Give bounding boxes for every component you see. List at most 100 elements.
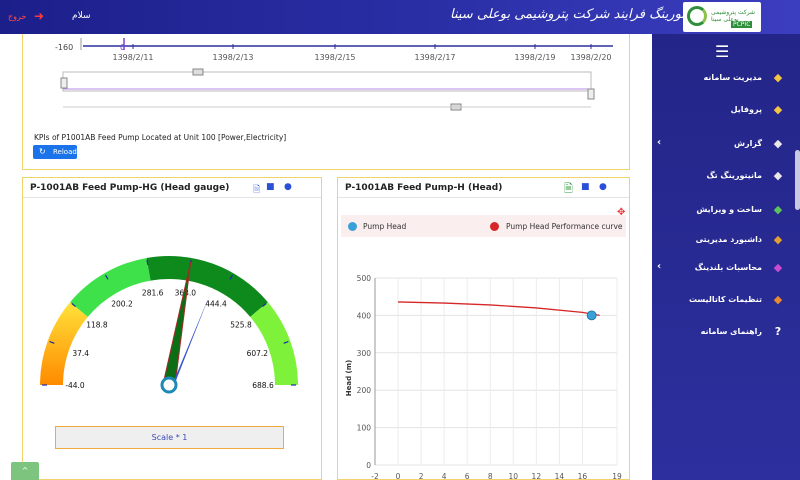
top-navbar: ➜ خروج سلام سامانه مانیتورینگ فرایند شرک… <box>0 0 800 34</box>
sidebar-item-3[interactable]: مانیتورینگ تگ ◆ <box>652 166 800 188</box>
gauge-tick-label: 118.8 <box>86 321 108 330</box>
export-document-icon[interactable]: 🗎 <box>564 180 573 199</box>
document-icon[interactable]: 🗎 <box>253 182 260 198</box>
chevron-left-icon: ‹ <box>657 261 662 272</box>
monitor-icon: ◆ <box>773 169 783 182</box>
sidebar-item-label: مانیتورینگ تگ <box>706 171 762 180</box>
gauge-tick-label: 200.2 <box>111 300 133 309</box>
y-tick-label: 400 <box>357 311 372 320</box>
gauge-tick-label: -44.0 <box>65 381 85 390</box>
logo-ring-icon <box>687 6 707 26</box>
x-tick-label: 8 <box>488 472 493 480</box>
gauge-tick-label: 281.6 <box>142 288 164 297</box>
gauge-panel-title: P-1001AB Feed Pump-HG (Head gauge) <box>30 183 230 193</box>
palette-icon: ◆ <box>773 233 783 246</box>
head-gauge: -44.037.4118.8200.2281.6363.0444.4525.86… <box>40 256 298 394</box>
gauge-panel-header: P-1001AB Feed Pump-HG (Head gauge) 🗎 ■ ● <box>23 178 321 198</box>
pump-head-point[interactable] <box>586 310 597 321</box>
legend-dot-pump-head <box>348 222 357 231</box>
date-tick-label: 1398/2/13 <box>212 53 253 62</box>
date-tick-label: 1398/2/17 <box>414 53 455 62</box>
y-tick-label: 200 <box>357 386 372 395</box>
y-axis-label: Head (m) <box>345 360 353 396</box>
gauge-needle-pivot <box>160 376 178 394</box>
logout-label: خروج <box>8 12 27 21</box>
bookmark-icon[interactable]: ■ <box>266 182 275 192</box>
sidebar-item-8[interactable]: راهنمای سامانه? <box>652 322 800 344</box>
legend-dot-performance-curve <box>490 222 499 231</box>
sidebar-item-label: ساخت و ویرایش <box>696 205 762 214</box>
scale-indicator[interactable]: Scale * 1 <box>55 426 284 449</box>
sidebar-item-2[interactable]: گزارش ◆ ‹ <box>652 134 800 156</box>
sidebar: ☰ مدیریت سامانه ◆ پروفایل ◆ گزارش ◆ ‹ مانیتورین… <box>652 34 800 480</box>
kpi-description: KPIs of P1001AB Feed Pump Located at Uni… <box>34 133 287 142</box>
user-gear-icon: ◆ <box>773 71 783 84</box>
reload-label: Reload <box>53 148 77 156</box>
y-tick-label: 500 <box>357 274 372 283</box>
sidebar-item-0[interactable]: مدیریت سامانه ◆ <box>652 68 800 90</box>
range-navigator[interactable] <box>62 71 592 92</box>
help-icon: ? <box>774 325 782 338</box>
hamburger-menu-icon[interactable]: ☰ <box>715 42 729 61</box>
navigator-left-handle[interactable] <box>60 77 68 89</box>
x-tick-label: 10 <box>509 472 519 480</box>
history-chart-panel: -160 0 1398/2/11 1398/2/13 1398/2/15 1398/2… <box>22 34 630 170</box>
x-tick-label: 2 <box>419 472 424 480</box>
reload-button[interactable]: ↻ Reload <box>33 145 77 159</box>
gauge-tick-mark <box>146 259 149 265</box>
gauge-tick-label: 525.8 <box>230 321 252 330</box>
gauge-tick-label: 688.6 <box>252 381 274 390</box>
gauge-tick-label: 37.4 <box>72 349 89 358</box>
logout-button[interactable]: ➜ خروج <box>8 9 48 25</box>
y-label-min: -160 <box>55 43 73 52</box>
sidebar-item-label: محاسبات بلندینگ <box>694 263 762 272</box>
legend-label-pump-head[interactable]: Pump Head <box>363 222 406 231</box>
y-tick-label: 300 <box>357 349 372 358</box>
sidebar-item-1[interactable]: پروفایل ◆ <box>652 100 800 122</box>
sidebar-item-label: پروفایل <box>730 105 762 114</box>
user-icon: ◆ <box>773 103 783 116</box>
sidebar-item-label: راهنمای سامانه <box>700 327 762 336</box>
sidebar-item-label: گزارش <box>733 139 762 148</box>
sidebar-item-7[interactable]: تنظیمات کاتالیست ◆ <box>652 290 800 312</box>
x-tick-label: 4 <box>442 472 447 480</box>
navigator-right-handle[interactable] <box>587 88 595 100</box>
scroll-top-button[interactable]: ^ <box>11 462 39 480</box>
greeting-text: سلام <box>72 11 91 21</box>
date-tick-label: 1398/2/19 <box>514 53 555 62</box>
pencil-icon: ◆ <box>773 203 783 216</box>
gauge-tick-label: 444.4 <box>205 300 227 309</box>
gauge-band <box>40 302 88 385</box>
comment-icon[interactable]: ● <box>599 182 607 192</box>
gauge-band <box>250 302 298 385</box>
bookmark-icon[interactable]: ■ <box>581 182 590 192</box>
y-label-zero: 0 <box>120 43 125 52</box>
legend-label-performance-curve[interactable]: Pump Head Performance curve <box>506 222 623 231</box>
reload-icon: ↻ <box>39 147 46 156</box>
blend-icon: ◆ <box>773 261 783 274</box>
sidebar-item-5[interactable]: داشبورد مدیریتی ◆ <box>652 230 800 252</box>
scale-label: Scale * 1 <box>151 433 188 442</box>
sidebar-item-4[interactable]: ساخت و ویرایش ◆ <box>652 200 800 222</box>
head-chart: 0100200300400500-2 0 2 4 6 8 10 12 14 16 19 Head (… <box>345 274 622 480</box>
navigator-top-scroller[interactable] <box>192 68 204 76</box>
comment-icon[interactable]: ● <box>284 182 292 192</box>
head-chart-title: P-1001AB Feed Pump-H (Head) <box>345 183 503 193</box>
performance-curve-line <box>398 301 600 317</box>
x-tick-label: 12 <box>532 472 542 480</box>
x-tick-label: -2 <box>371 472 379 480</box>
x-tick-label: 16 <box>578 472 588 480</box>
sidebar-item-label: داشبورد مدیریتی <box>695 235 762 244</box>
sidebar-item-6[interactable]: محاسبات بلندینگ ◆ ‹ <box>652 258 800 280</box>
x-tick-label: 19 <box>612 472 622 480</box>
date-tick-label: 1398/2/15 <box>314 53 355 62</box>
x-tick-label: 6 <box>465 472 470 480</box>
y-tick-label: 100 <box>357 424 372 433</box>
logout-icon: ➜ <box>34 9 45 23</box>
y-tick-label: 0 <box>366 461 371 470</box>
gauge-needle <box>162 261 192 387</box>
sidebar-scrollbar[interactable] <box>795 150 800 210</box>
x-tick-label: 0 <box>396 472 401 480</box>
chart-legend: Pump Head Pump Head Performance curve <box>341 215 626 237</box>
history-chart: -160 0 1398/2/11 1398/2/13 1398/2/15 1398/2… <box>55 38 613 111</box>
